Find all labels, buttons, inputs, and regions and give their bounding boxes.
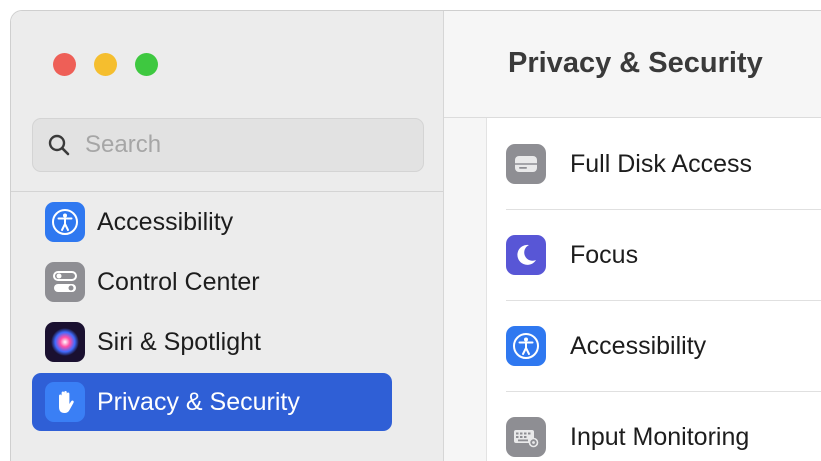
sidebar-item-accessibility[interactable]: Accessibility bbox=[32, 193, 392, 251]
row-label: Accessibility bbox=[570, 331, 707, 360]
moon-icon bbox=[506, 235, 546, 275]
accessibility-icon bbox=[506, 326, 546, 366]
settings-window: Accessibility Control Center bbox=[10, 10, 821, 461]
hand-icon bbox=[45, 382, 85, 422]
sidebar-divider bbox=[11, 191, 443, 192]
sidebar-item-siri-spotlight[interactable]: Siri & Spotlight bbox=[32, 313, 392, 371]
siri-icon bbox=[45, 322, 85, 362]
sidebar: Accessibility Control Center bbox=[11, 11, 444, 461]
disk-icon bbox=[506, 144, 546, 184]
zoom-button[interactable] bbox=[135, 53, 158, 76]
sidebar-item-privacy-security[interactable]: Privacy & Security bbox=[32, 373, 392, 431]
sidebar-item-label: Siri & Spotlight bbox=[97, 327, 261, 356]
row-accessibility[interactable]: Accessibility bbox=[506, 301, 821, 391]
traffic-lights bbox=[53, 53, 158, 76]
keyboard-icon bbox=[506, 417, 546, 457]
row-input-monitoring[interactable]: Input Monitoring bbox=[506, 392, 821, 461]
main-pane: Privacy & Security Full Disk Access Focu… bbox=[444, 11, 821, 461]
search-field[interactable] bbox=[32, 118, 424, 172]
main-header: Privacy & Security bbox=[444, 11, 821, 118]
close-button[interactable] bbox=[53, 53, 76, 76]
magnifier-icon bbox=[48, 134, 70, 156]
main-gutter bbox=[444, 118, 487, 461]
page-title: Privacy & Security bbox=[508, 47, 763, 79]
row-label: Full Disk Access bbox=[570, 149, 752, 178]
search-input[interactable] bbox=[83, 130, 387, 160]
row-focus[interactable]: Focus bbox=[506, 210, 821, 300]
row-label: Focus bbox=[570, 240, 639, 269]
row-label: Input Monitoring bbox=[570, 422, 750, 451]
minimize-button[interactable] bbox=[94, 53, 117, 76]
sidebar-item-label: Accessibility bbox=[97, 207, 234, 236]
row-full-disk-access[interactable]: Full Disk Access bbox=[506, 119, 821, 209]
sidebar-item-label: Privacy & Security bbox=[97, 387, 300, 416]
sidebar-item-control-center[interactable]: Control Center bbox=[32, 253, 392, 311]
control-center-icon bbox=[45, 262, 85, 302]
sidebar-item-label: Control Center bbox=[97, 267, 260, 296]
accessibility-icon bbox=[45, 202, 85, 242]
